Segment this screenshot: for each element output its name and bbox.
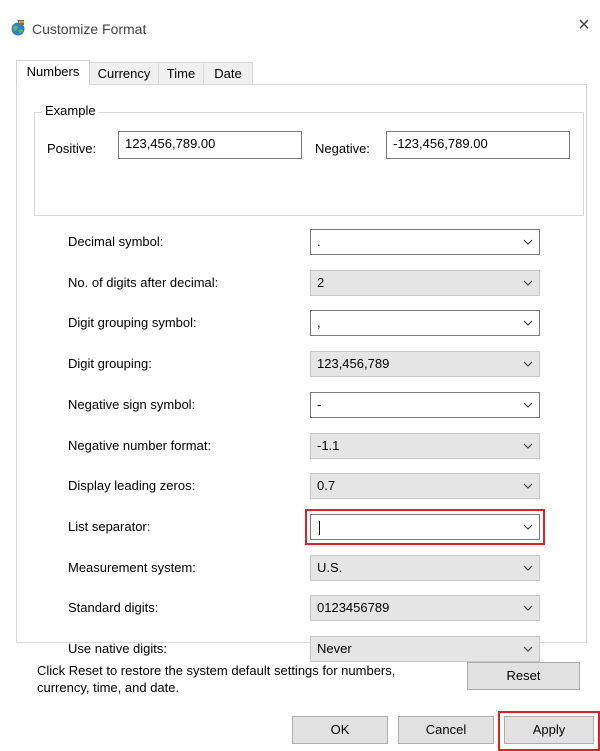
example-groupbox: [34, 112, 584, 216]
chevron-down-icon[interactable]: [523, 604, 533, 612]
title-bar: Customize Format ×: [0, 0, 600, 44]
digit-grouping-value: 123,456,789: [317, 356, 390, 371]
positive-label: Positive:: [47, 141, 97, 156]
measurement-system-label: Measurement system:: [68, 560, 196, 575]
negative-number-format-value: -1.1: [317, 438, 340, 453]
list-separator-label: List separator:: [68, 519, 151, 534]
measurement-system-value: U.S.: [317, 560, 343, 575]
close-button[interactable]: ×: [572, 13, 596, 37]
chevron-down-icon[interactable]: [523, 645, 533, 653]
negative-label: Negative:: [315, 141, 370, 156]
reset-button[interactable]: Reset: [467, 662, 580, 690]
measurement-system-combo[interactable]: U.S.: [310, 555, 540, 581]
decimal-symbol-value: .: [317, 234, 321, 249]
tab-numbers[interactable]: Numbers: [16, 60, 90, 85]
chevron-down-icon[interactable]: [523, 564, 533, 572]
standard-digits-value: 0123456789: [317, 600, 390, 615]
negative-number-format-label: Negative number format:: [68, 438, 212, 453]
chevron-down-icon[interactable]: [523, 279, 533, 287]
positive-example-field: 123,456,789.00: [118, 131, 302, 159]
use-native-digits-combo[interactable]: Never: [310, 636, 540, 662]
negative-sign-symbol-label: Negative sign symbol:: [68, 397, 196, 412]
digit-grouping-symbol-combo[interactable]: ,: [310, 310, 540, 336]
digits-after-decimal-combo[interactable]: 2: [310, 270, 540, 296]
use-native-digits-value: Never: [317, 641, 352, 656]
negative-sign-symbol-combo[interactable]: -: [310, 392, 540, 418]
reset-info-text: Click Reset to restore the system defaul…: [37, 663, 396, 695]
digit-grouping-symbol-value: ,: [317, 315, 321, 330]
display-leading-zeros-label: Display leading zeros:: [68, 478, 196, 493]
display-leading-zeros-combo[interactable]: 0.7: [310, 473, 540, 499]
customize-format-dialog: Customize Format × Numbers Currency Time…: [0, 0, 600, 751]
negative-sign-symbol-value: -: [317, 397, 322, 412]
decimal-symbol-label: Decimal symbol:: [68, 234, 164, 249]
window-title: Customize Format: [32, 21, 147, 37]
ok-button[interactable]: OK: [292, 716, 388, 744]
tab-time[interactable]: Time: [158, 62, 204, 84]
negative-example-field: -123,456,789.00: [386, 131, 570, 159]
list-separator-highlight: [305, 509, 545, 545]
digit-grouping-label: Digit grouping:: [68, 356, 152, 371]
digits-after-decimal-value: 2: [317, 275, 325, 290]
digit-grouping-combo[interactable]: 123,456,789: [310, 351, 540, 377]
negative-number-format-combo[interactable]: -1.1: [310, 433, 540, 459]
chevron-down-icon[interactable]: [523, 360, 533, 368]
chevron-down-icon[interactable]: [523, 482, 533, 490]
cancel-button[interactable]: Cancel: [398, 716, 494, 744]
digit-grouping-symbol-label: Digit grouping symbol:: [68, 315, 197, 330]
standard-digits-label: Standard digits:: [68, 600, 159, 615]
chevron-down-icon[interactable]: [523, 238, 533, 246]
chevron-down-icon[interactable]: [523, 401, 533, 409]
decimal-symbol-combo[interactable]: .: [310, 229, 540, 255]
globe-app-icon: [9, 19, 27, 37]
apply-button-highlight: [498, 711, 600, 751]
tab-currency[interactable]: Currency: [89, 62, 159, 84]
use-native-digits-label: Use native digits:: [68, 641, 167, 656]
display-leading-zeros-value: 0.7: [317, 478, 336, 493]
chevron-down-icon[interactable]: [523, 319, 533, 327]
chevron-down-icon[interactable]: [523, 442, 533, 450]
digits-after-decimal-label: No. of digits after decimal:: [68, 275, 219, 290]
tab-date[interactable]: Date: [203, 62, 253, 84]
standard-digits-combo[interactable]: 0123456789: [310, 595, 540, 621]
example-legend: Example: [42, 103, 99, 118]
